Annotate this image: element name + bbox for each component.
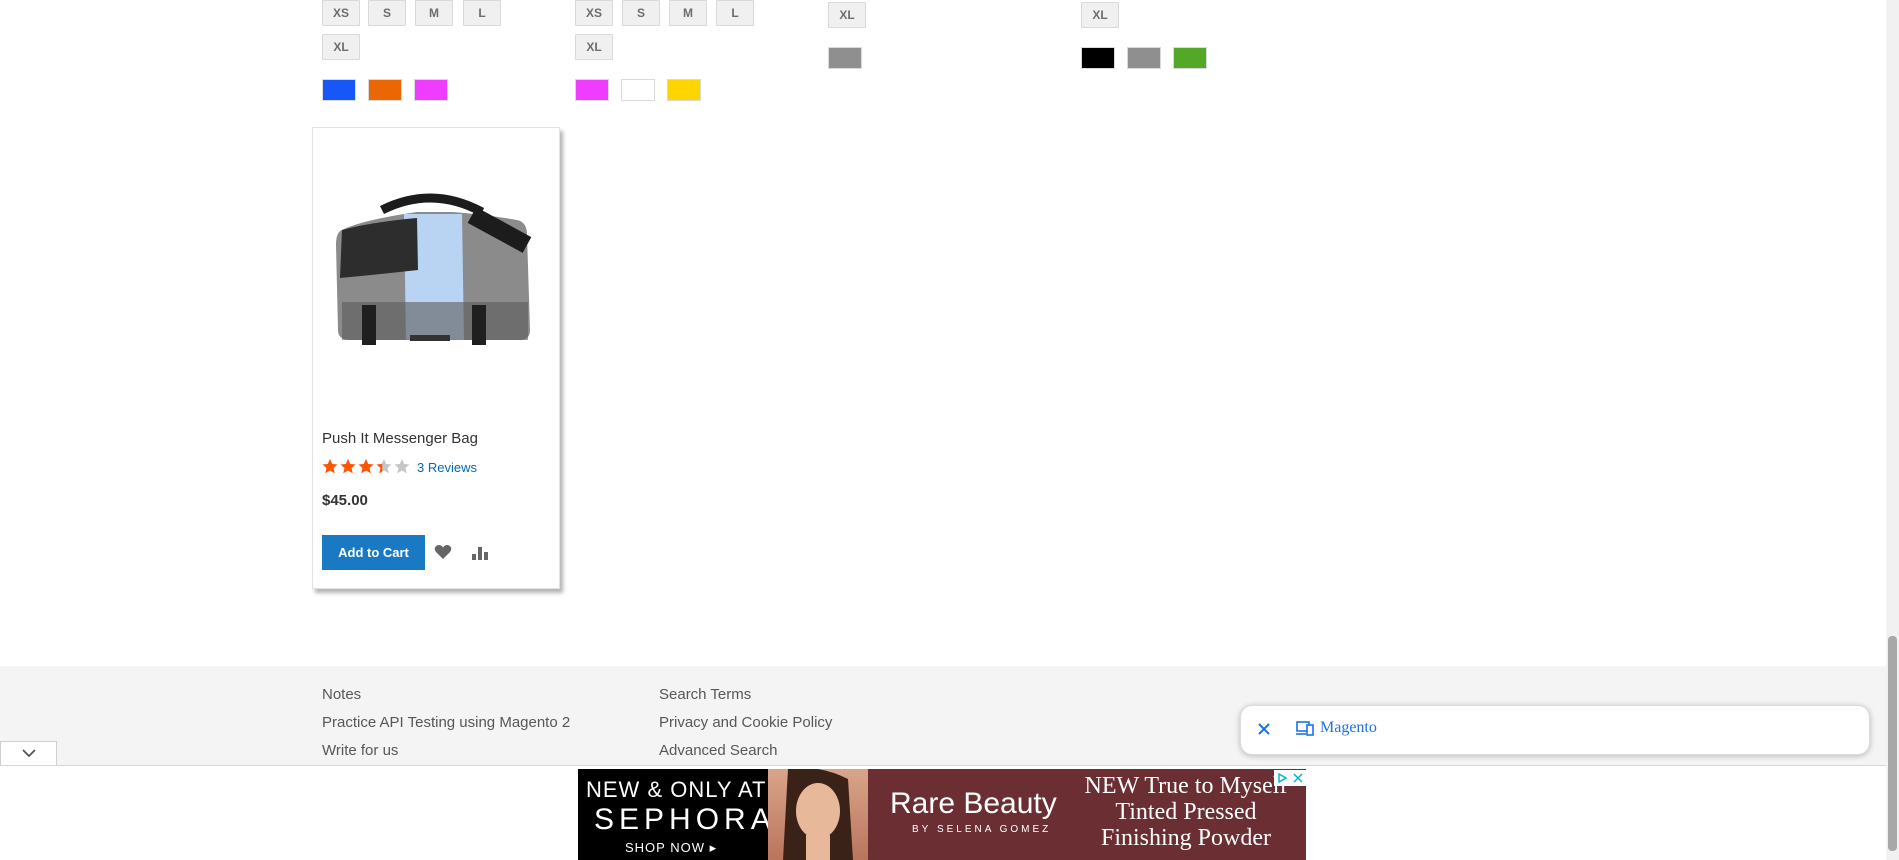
size-option-xs[interactable]: XS [575, 0, 613, 26]
product-image[interactable] [322, 190, 542, 360]
color-swatch-gray[interactable] [1127, 47, 1161, 69]
color-swatch-orange[interactable] [368, 79, 402, 101]
size-option-l[interactable]: L [716, 0, 754, 26]
compare-chart-icon[interactable] [471, 544, 489, 562]
color-swatch-purple[interactable] [575, 79, 609, 101]
product-name[interactable]: Push It Messenger Bag [322, 430, 478, 447]
color-swatch-white[interactable] [621, 79, 655, 101]
footer-link-write-for-us[interactable]: Write for us [322, 742, 398, 759]
devices-icon [1296, 720, 1314, 736]
footer-link-privacy[interactable]: Privacy and Cookie Policy [659, 714, 832, 731]
footer-link-notes[interactable]: Notes [322, 686, 361, 703]
size-option-xs[interactable]: XS [322, 0, 360, 26]
scrollbar-thumb[interactable] [1888, 636, 1897, 851]
popup-site-label[interactable]: Magento [1320, 719, 1377, 737]
size-option-m[interactable]: M [415, 0, 453, 26]
size-option-xl[interactable]: XL [1081, 2, 1119, 28]
wishlist-heart-icon[interactable] [434, 543, 452, 561]
size-option-xl[interactable]: XL [322, 34, 360, 60]
ad-text-line3: SHOP NOW ▸ [625, 840, 718, 855]
footer-link-advanced-search[interactable]: Advanced Search [659, 742, 777, 759]
add-to-cart-button[interactable]: Add to Cart [322, 535, 425, 570]
color-swatch-blue[interactable] [322, 79, 356, 101]
ad-brand-sub: BY SELENA GOMEZ [912, 824, 1052, 835]
size-option-s[interactable]: S [368, 0, 406, 26]
color-swatch-yellow[interactable] [667, 79, 701, 101]
ad-brand: Rare Beauty [890, 787, 1057, 820]
color-swatch-gray[interactable] [828, 47, 862, 69]
ad-collapse-toggle[interactable] [0, 741, 57, 765]
footer-link-search-terms[interactable]: Search Terms [659, 686, 751, 703]
rating-stars [322, 458, 412, 476]
product-price: $45.00 [322, 492, 368, 509]
ad-headline: NEW True to Myself Tinted Pressed Finish… [1084, 773, 1288, 851]
reviews-link[interactable]: 3 Reviews [417, 460, 477, 475]
size-option-xl[interactable]: XL [575, 34, 613, 60]
color-swatch-purple[interactable] [414, 79, 448, 101]
chevron-down-icon [21, 745, 37, 763]
color-swatch-black[interactable] [1081, 47, 1115, 69]
ad-model-photo [768, 769, 868, 860]
ad-choices-icon[interactable] [1274, 770, 1290, 786]
ad-text-line1: NEW & ONLY AT [586, 777, 767, 802]
size-option-m[interactable]: M [669, 0, 707, 26]
advertisement-banner[interactable]: NEW & ONLY AT SEPHORA SHOP NOW ▸ Rare Be… [578, 769, 1306, 860]
close-icon[interactable] [1256, 721, 1272, 737]
footer-link-api-testing[interactable]: Practice API Testing using Magento 2 [322, 714, 570, 731]
color-swatch-green[interactable] [1173, 47, 1207, 69]
size-option-xl[interactable]: XL [828, 2, 866, 28]
size-option-s[interactable]: S [622, 0, 660, 26]
ad-close-icon[interactable] [1290, 770, 1306, 786]
ad-text-line2: SEPHORA [594, 803, 776, 836]
size-option-l[interactable]: L [463, 0, 501, 26]
